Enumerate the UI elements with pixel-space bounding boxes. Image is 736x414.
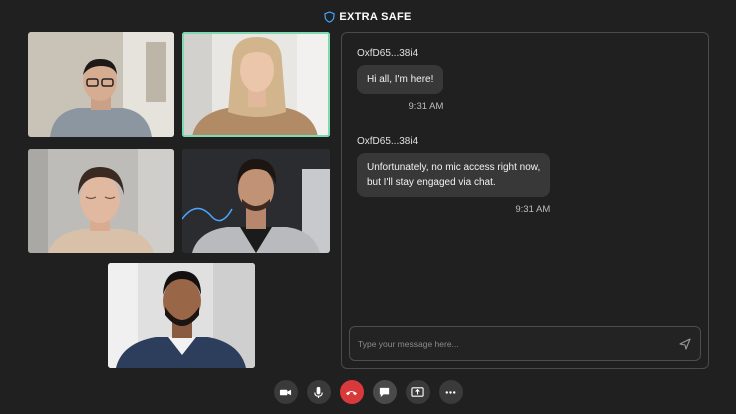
app-title: EXTRA SAFE	[339, 11, 412, 23]
video-tile-participant-5[interactable]	[108, 263, 255, 368]
chat-message: OxfD65...38i4 Unfortunately, no mic acce…	[357, 136, 551, 215]
participant-video	[182, 32, 330, 137]
video-tile-participant-3[interactable]	[28, 149, 174, 253]
hang-up-icon	[345, 390, 358, 395]
message-time: 9:31 AM	[408, 101, 444, 112]
chat-message: OxfD65...38i4 Hi all, I'm here! 9:31 AM	[357, 48, 444, 112]
chat-button[interactable]	[372, 380, 397, 404]
participant-video	[108, 263, 255, 368]
shield-icon	[324, 11, 336, 23]
message-sender: OxfD65...38i4	[357, 136, 419, 147]
participant-video	[28, 32, 174, 137]
send-icon[interactable]	[679, 338, 691, 350]
hang-up-button[interactable]	[339, 380, 364, 404]
message-text-line: Unfortunately, no mic access right now,	[367, 162, 541, 173]
message-text-line: but I'll stay engaged via chat.	[367, 177, 496, 188]
microphone-button[interactable]	[306, 380, 331, 404]
camera-button[interactable]	[273, 380, 298, 404]
video-tile-participant-4[interactable]	[182, 149, 330, 253]
message-bubble: Hi all, I'm here!	[357, 65, 444, 94]
participant-video	[28, 149, 174, 253]
more-options-button[interactable]	[438, 380, 463, 404]
chat-panel: OxfD65...38i4 Hi all, I'm here! 9:31 AM …	[341, 32, 709, 369]
share-screen-icon	[411, 386, 424, 397]
participant-video	[182, 149, 330, 253]
video-tile-participant-2[interactable]	[182, 32, 330, 137]
message-sender: OxfD65...38i4	[357, 48, 419, 59]
camera-icon	[279, 389, 292, 395]
call-controls	[0, 380, 736, 406]
message-time: 9:31 AM	[515, 204, 551, 215]
chat-message-input[interactable]	[358, 327, 668, 360]
message-bubble: Unfortunately, no mic access right now, …	[357, 153, 551, 197]
video-tile-participant-1[interactable]	[28, 32, 174, 137]
app-title-bar: EXTRA SAFE	[0, 9, 736, 25]
chat-icon	[379, 387, 390, 397]
microphone-icon	[314, 386, 323, 398]
share-screen-button[interactable]	[405, 380, 430, 404]
video-call-app: EXTRA SAFE OxfD65...38i4 Hi all, I'm her…	[0, 0, 736, 414]
chat-input-container	[349, 326, 701, 361]
more-icon	[445, 390, 456, 394]
